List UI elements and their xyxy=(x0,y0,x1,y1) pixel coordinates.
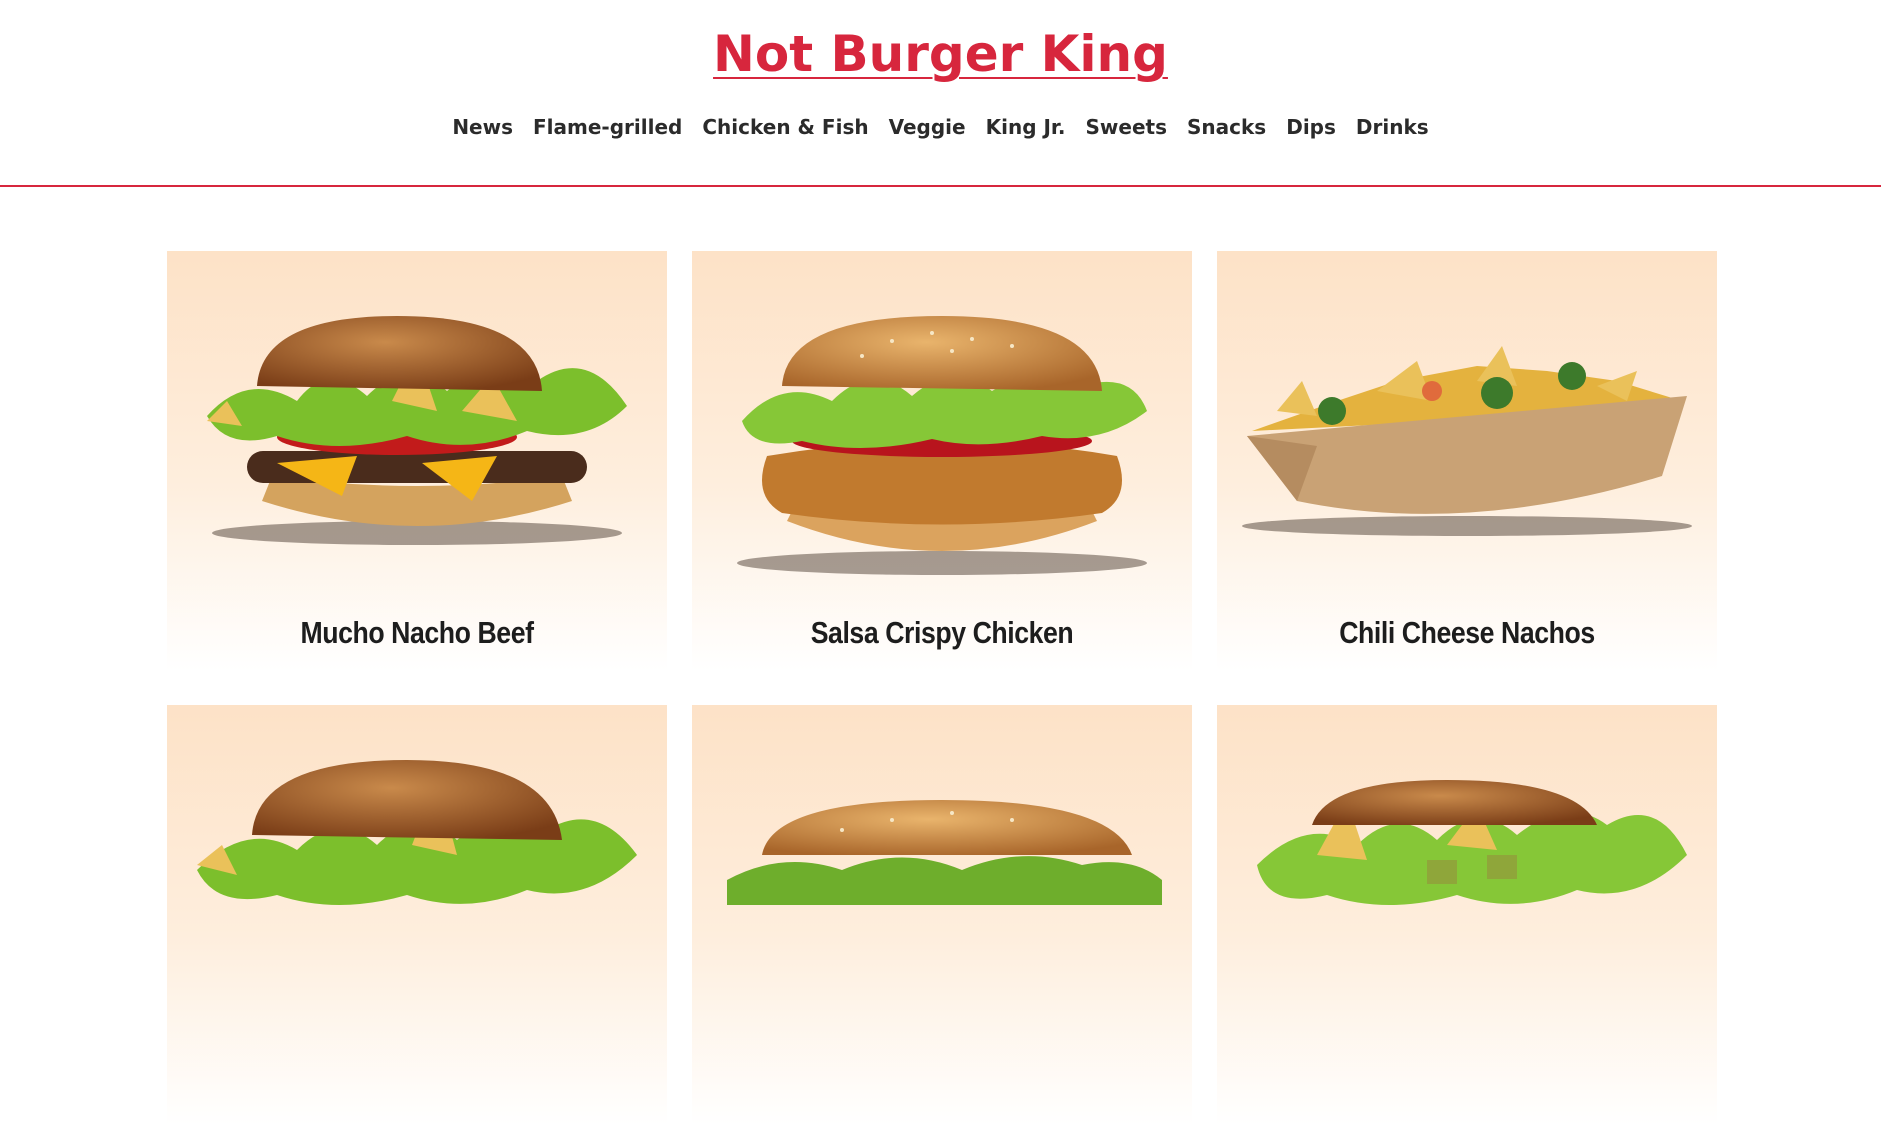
product-card[interactable] xyxy=(1217,705,1717,1125)
main-nav: News Flame-grilled Chicken & Fish Veggie… xyxy=(0,112,1881,142)
product-image xyxy=(692,705,1192,1035)
product-name: Salsa Crispy Chicken xyxy=(810,615,1074,650)
nachos-tray-icon xyxy=(1242,346,1692,536)
product-name: Mucho Nacho Beef xyxy=(300,615,534,650)
product-image xyxy=(167,251,667,581)
product-card[interactable]: Salsa Crispy Chicken xyxy=(692,251,1192,671)
chicken-burger-icon xyxy=(737,316,1147,575)
product-card[interactable]: Mucho Nacho Beef xyxy=(167,251,667,671)
product-card[interactable] xyxy=(167,705,667,1125)
nav-snacks[interactable]: Snacks xyxy=(1187,112,1266,142)
beef-burger-icon xyxy=(197,760,637,905)
nav-flame-grilled[interactable]: Flame-grilled xyxy=(533,112,682,142)
nav-drinks[interactable]: Drinks xyxy=(1356,112,1429,142)
product-image xyxy=(692,251,1192,581)
veggie-burger-icon xyxy=(1257,780,1687,905)
site-header: Not Burger King News Flame-grilled Chick… xyxy=(0,0,1881,187)
nav-veggie[interactable]: Veggie xyxy=(889,112,966,142)
product-image xyxy=(1217,251,1717,581)
beef-burger-icon xyxy=(207,316,627,545)
product-image xyxy=(167,705,667,1035)
nav-king-jr[interactable]: King Jr. xyxy=(986,112,1066,142)
product-grid: Mucho Nacho Beef Salsa Crispy Chicken Ch… xyxy=(167,251,1718,1125)
site-title: Not Burger King xyxy=(0,24,1881,84)
product-image xyxy=(1217,705,1717,1035)
product-card[interactable] xyxy=(692,705,1192,1125)
nav-news[interactable]: News xyxy=(452,112,513,142)
nav-sweets[interactable]: Sweets xyxy=(1086,112,1167,142)
product-card[interactable]: Chili Cheese Nachos xyxy=(1217,251,1717,671)
nav-dips[interactable]: Dips xyxy=(1286,112,1336,142)
long-burger-icon xyxy=(727,800,1162,905)
product-name: Chili Cheese Nachos xyxy=(1339,615,1595,650)
home-link[interactable]: Not Burger King xyxy=(713,25,1168,83)
nav-chicken-fish[interactable]: Chicken & Fish xyxy=(702,112,868,142)
